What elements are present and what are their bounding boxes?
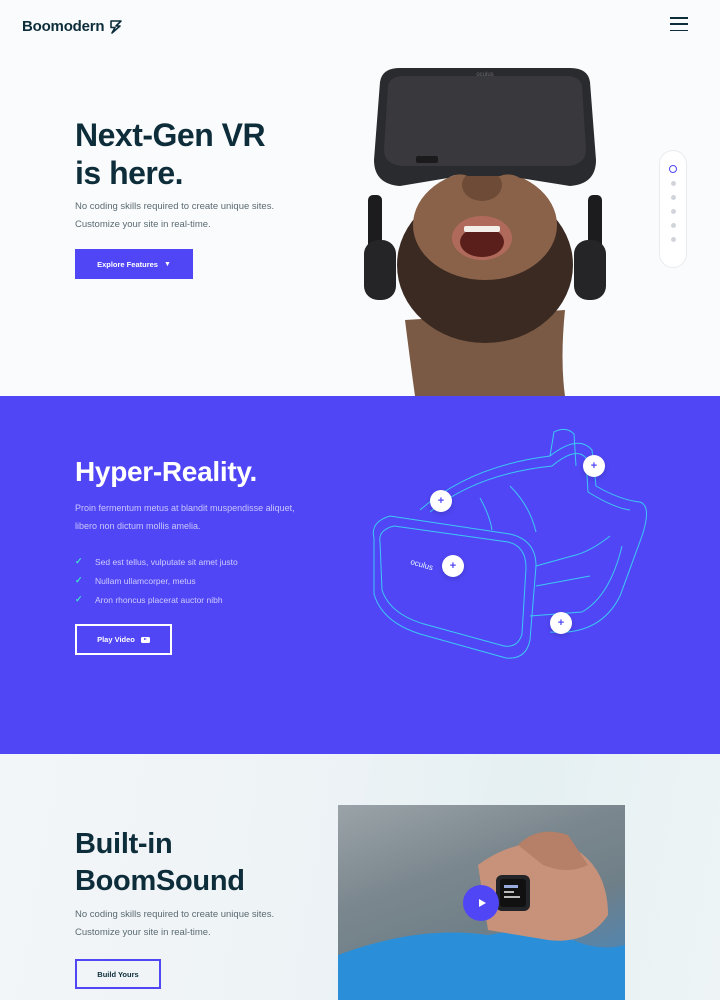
- explore-features-button[interactable]: Explore Features ▼: [75, 249, 193, 279]
- nav-dot-1[interactable]: [669, 165, 677, 173]
- brand-name: Boomodern: [22, 18, 105, 35]
- hero-title: Next-Gen VR is here.: [75, 117, 266, 191]
- feature-list: ✓ Sed est tellus, vulputate sit amet jus…: [75, 552, 238, 609]
- hotspot-button-1[interactable]: +: [430, 490, 452, 512]
- nav-dot-3[interactable]: [670, 195, 676, 200]
- nav-dot-4[interactable]: [670, 209, 676, 214]
- headset-brand-label: oculus: [409, 557, 434, 572]
- caret-down-icon: ▼: [163, 260, 171, 268]
- build-yours-button[interactable]: Build Yours: [75, 959, 161, 989]
- hotspot-button-2[interactable]: +: [583, 455, 605, 477]
- list-item: ✓ Aron rhoncus placerat auctor nibh: [75, 594, 223, 605]
- hero-section: Boomodern Next-Gen VR is here. No coding…: [0, 0, 720, 396]
- nav-dot-6[interactable]: [670, 237, 676, 242]
- hyper-title: Hyper-Reality.: [75, 456, 258, 487]
- check-icon: ✓: [75, 575, 83, 585]
- hotspot-button-3[interactable]: +: [442, 555, 464, 577]
- boomsound-section: Built-in BoomSound No coding skills requ…: [0, 754, 720, 1000]
- nav-dot-2[interactable]: [670, 181, 676, 186]
- vr-headset-person-image: oculus: [364, 68, 606, 396]
- svg-text:oculus: oculus: [476, 72, 493, 78]
- hamburger-icon[interactable]: [670, 17, 688, 31]
- youtube-icon: [140, 636, 150, 643]
- list-item: ✓ Nullam ullamcorper, metus: [75, 575, 196, 586]
- check-icon: ✓: [75, 594, 83, 604]
- hyper-reality-section: Hyper-Reality. Proin fermentum metus at …: [0, 396, 720, 754]
- brand-logo[interactable]: Boomodern: [22, 18, 124, 35]
- hotspot-button-4[interactable]: +: [550, 612, 572, 634]
- nav-dot-5[interactable]: [670, 223, 676, 228]
- play-icon[interactable]: [463, 885, 499, 921]
- check-icon: ✓: [75, 556, 83, 566]
- headset-line-illustration: oculus: [372, 428, 647, 659]
- hero-description: No coding skills required to create uniq…: [75, 201, 275, 230]
- lightning-icon: [110, 19, 123, 34]
- boomsound-title: Built-in BoomSound: [75, 828, 245, 897]
- list-item: ✓ Sed est tellus, vulputate sit amet jus…: [75, 556, 238, 567]
- boomsound-description: No coding skills required to create uniq…: [75, 909, 275, 938]
- hyper-description: Proin fermentum metus at blandit muspend…: [75, 503, 295, 531]
- section-nav-dots: [659, 150, 687, 268]
- play-video-button[interactable]: Play Video: [75, 624, 172, 655]
